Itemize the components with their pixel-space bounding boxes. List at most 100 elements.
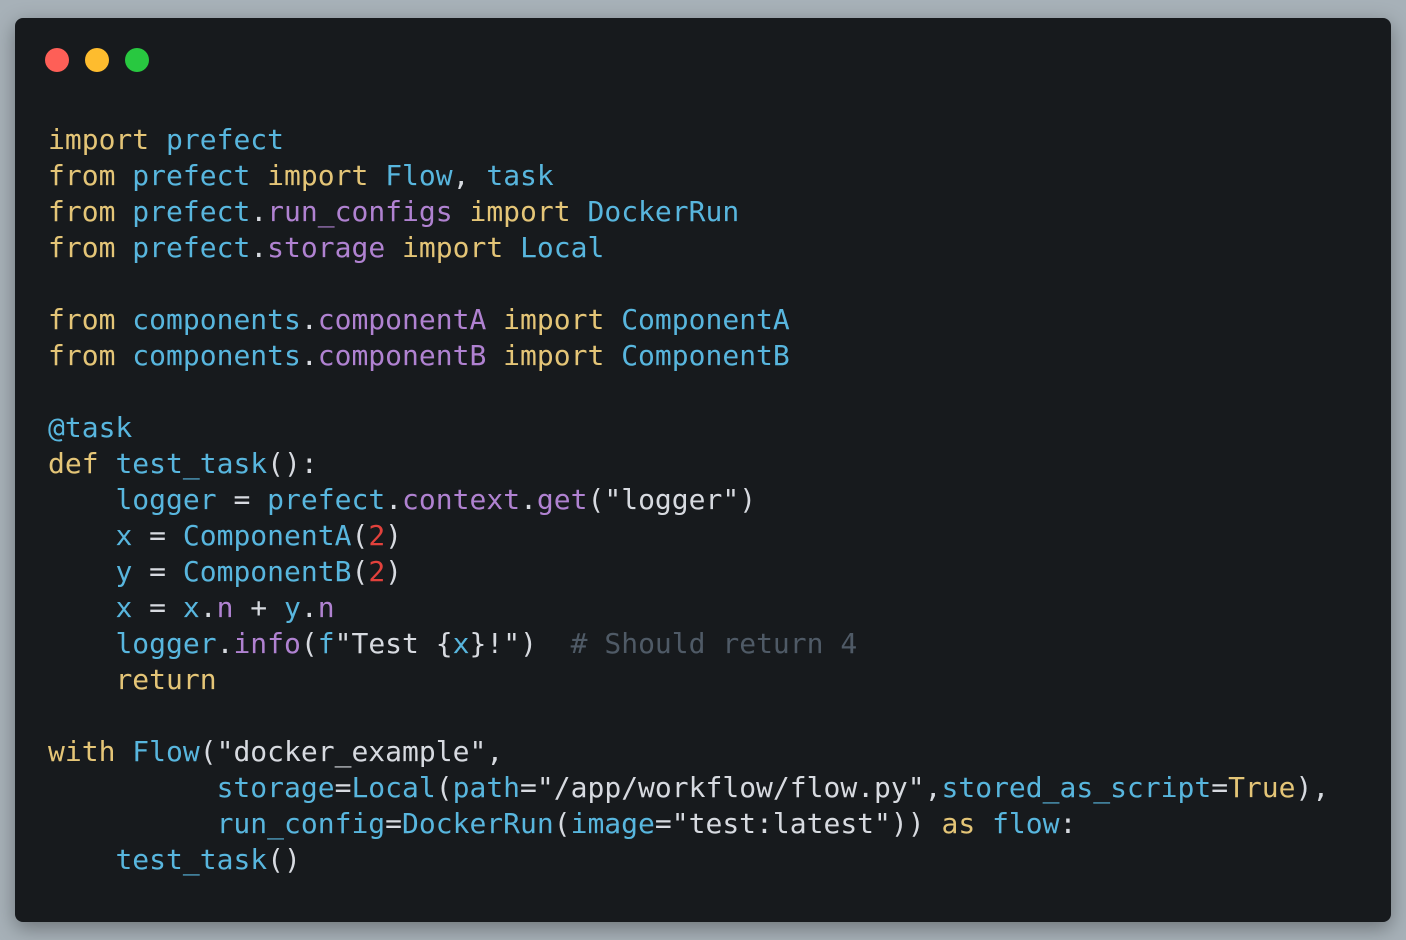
code-token-attribute: componentB xyxy=(317,339,487,372)
code-token-plain: ( xyxy=(351,555,369,588)
code-token-identifier: y xyxy=(115,555,133,588)
code-token-keyword: from xyxy=(48,231,116,264)
code-token-plain: . xyxy=(385,483,403,516)
code-token-plain: . xyxy=(300,303,318,336)
code-token-string: }!" xyxy=(469,627,521,660)
code-token-identifier: path xyxy=(452,771,521,804)
code-token-string: "test:latest" xyxy=(671,807,891,840)
code-token-keyword: import xyxy=(402,231,504,264)
code-token-keyword: True xyxy=(1228,771,1296,804)
code-token-attribute: componentA xyxy=(317,303,487,336)
code-line: logger.info(f"Test {x}!") # Should retur… xyxy=(48,626,1329,662)
code-token-identifier: x xyxy=(182,591,200,624)
code-token-keyword: import xyxy=(503,303,605,336)
code-token-identifier: image xyxy=(570,807,655,840)
code-token-keyword: import xyxy=(267,159,369,192)
code-token-keyword: as xyxy=(941,807,976,840)
code-token-identifier: ComponentB xyxy=(621,339,790,372)
code-token-plain: : xyxy=(1059,807,1077,840)
code-token-plain: = xyxy=(132,591,183,624)
code-line: return xyxy=(48,662,1329,698)
code-window: import prefect from prefect import Flow, … xyxy=(15,18,1391,922)
code-token-plain: )) xyxy=(890,807,942,840)
code-token-plain: ( xyxy=(351,519,369,552)
code-token-string: "Test { xyxy=(334,627,453,660)
code-token-identifier: stored_as_script xyxy=(941,771,1212,804)
code-token-plain: . xyxy=(520,483,537,516)
code-token-identifier: Local xyxy=(520,231,605,264)
code-token-keyword: def xyxy=(48,447,99,480)
code-token-attribute: run_configs xyxy=(267,195,453,228)
code-token-plain: = xyxy=(385,807,403,840)
code-token-attribute: n xyxy=(317,591,335,624)
code-line: x = x.n + y.n xyxy=(48,590,1329,626)
code-token-identifier: storage xyxy=(216,771,335,804)
code-token-comment: # Should return 4 xyxy=(570,627,858,660)
code-token-keyword: from xyxy=(48,159,116,192)
close-dot-icon[interactable] xyxy=(45,48,69,72)
code-token-identifier: x xyxy=(115,519,133,552)
code-token-keyword: return xyxy=(115,663,217,696)
code-token-keyword: import xyxy=(503,339,605,372)
code-token-keyword: with xyxy=(48,735,116,768)
code-token-plain: = xyxy=(132,519,183,552)
code-token-identifier: logger xyxy=(115,627,217,660)
code-line: def test_task(): xyxy=(48,446,1329,482)
code-token-decorator: @task xyxy=(48,411,133,444)
code-line: from prefect.run_configs import DockerRu… xyxy=(48,194,1329,230)
code-token-identifier: DockerRun xyxy=(402,807,554,840)
code-token-identifier: prefect xyxy=(267,483,386,516)
code-token-identifier: ComponentA xyxy=(182,519,352,552)
code-token-attribute: context xyxy=(402,483,521,516)
code-token-identifier: DockerRun xyxy=(587,195,740,228)
code-token-plain: () xyxy=(267,843,301,876)
code-token-string: "logger" xyxy=(604,483,740,516)
code-line: x = ComponentA(2) xyxy=(48,518,1329,554)
code-token-identifier: components xyxy=(132,303,301,336)
code-token-identifier: prefect xyxy=(132,231,251,264)
code-token-plain: . xyxy=(216,627,234,660)
code-token-plain: , xyxy=(452,159,487,192)
code-token-plain: ) xyxy=(385,555,403,588)
minimize-dot-icon[interactable] xyxy=(85,48,109,72)
code-token-plain: = xyxy=(1211,771,1229,804)
code-token-keyword: import xyxy=(469,195,571,228)
code-line: logger = prefect.context.get("logger") xyxy=(48,482,1329,518)
code-token-identifier: test_task xyxy=(115,447,268,480)
code-token-number: 2 xyxy=(368,555,386,588)
maximize-dot-icon[interactable] xyxy=(125,48,149,72)
code-token-plain: . xyxy=(300,591,318,624)
code-line: from prefect import Flow, task xyxy=(48,158,1329,194)
code-token-string: "/app/workflow/flow.py" xyxy=(536,771,925,804)
code-token-identifier: Flow xyxy=(385,159,453,192)
code-token-identifier: Local xyxy=(351,771,436,804)
code-token-keyword: from xyxy=(48,303,116,336)
code-token-keyword: import xyxy=(48,123,150,156)
code-token-plain: ) xyxy=(385,519,403,552)
code-line: run_config=DockerRun(image="test:latest"… xyxy=(48,806,1329,842)
code-token-plain: ) xyxy=(739,483,757,516)
code-token-plain: ) xyxy=(520,627,571,660)
code-token-identifier: logger xyxy=(115,483,217,516)
code-token-plain: . xyxy=(199,591,217,624)
code-line: with Flow("docker_example", xyxy=(48,734,1329,770)
code-token-identifier: Flow xyxy=(132,735,200,768)
